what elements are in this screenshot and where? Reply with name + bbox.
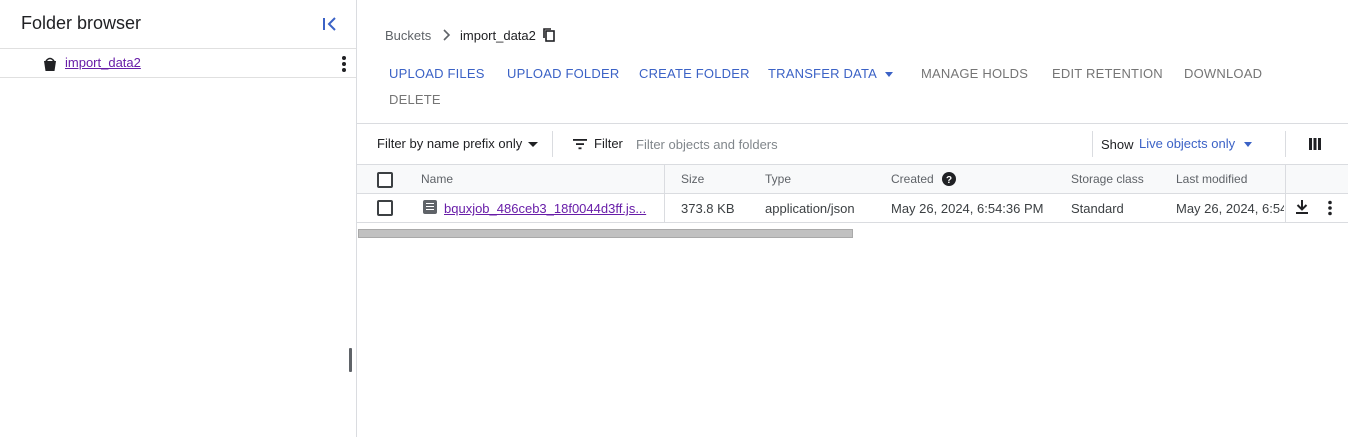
sidebar-resize-handle[interactable] [349,348,352,372]
breadcrumb-buckets-link[interactable]: Buckets [385,28,431,43]
table-header: Name Size Type Created ? Storage class L… [357,164,1348,194]
show-objects-value: Live objects only [1139,136,1236,151]
column-header-name[interactable]: Name [421,172,453,186]
column-header-storage-class[interactable]: Storage class [1071,172,1144,186]
filter-bar: Filter by name prefix only Filter Show L… [357,124,1348,164]
filter-mode-select[interactable]: Filter by name prefix only [377,136,539,151]
column-header-created[interactable]: Created [891,172,934,186]
divider [1092,131,1093,157]
download-button[interactable]: DOWNLOAD [1184,66,1262,81]
column-divider [1285,165,1286,194]
manage-holds-button[interactable]: MANAGE HOLDS [921,66,1028,81]
show-label: Show [1101,137,1134,152]
file-icon [423,200,437,214]
edit-retention-button[interactable]: EDIT RETENTION [1052,66,1163,81]
more-vert-icon[interactable] [334,54,354,74]
filter-mode-label: Filter by name prefix only [377,136,523,151]
table-row[interactable]: bquxjob_486ceb3_18f0044d3ff.js... 373.8 … [357,194,1348,223]
file-last-modified: May 26, 2024, 6:54 [1176,201,1284,216]
filter-label: Filter [594,136,623,151]
file-type: application/json [765,201,855,216]
folder-browser-sidebar: Folder browser import_data2 [0,0,357,437]
select-all-checkbox[interactable] [377,172,393,188]
collapse-sidebar-icon[interactable] [320,14,340,34]
upload-folder-button[interactable]: UPLOAD FOLDER [507,66,619,81]
column-header-last-modified[interactable]: Last modified [1176,172,1247,186]
create-folder-button[interactable]: CREATE FOLDER [639,66,750,81]
divider [1285,131,1286,157]
transfer-data-button[interactable]: TRANSFER DATA [768,66,894,81]
bucket-icon [44,57,56,71]
caret-down-icon [1244,142,1253,148]
transfer-data-label: TRANSFER DATA [768,66,878,81]
file-name-link[interactable]: bquxjob_486ceb3_18f0044d3ff.js... [444,201,646,216]
delete-button[interactable]: DELETE [389,92,441,107]
sidebar-item-import-data2[interactable]: import_data2 [0,49,356,78]
more-vert-icon[interactable] [1321,199,1339,217]
show-objects-select[interactable]: Live objects only [1139,136,1253,151]
column-divider [664,165,665,194]
dropdown-arrow-icon [885,72,894,78]
sidebar-item-label[interactable]: import_data2 [65,55,141,70]
column-header-size[interactable]: Size [681,172,704,186]
help-icon[interactable]: ? [941,171,957,187]
breadcrumb-current: import_data2 [460,28,536,43]
column-divider [664,194,665,222]
filter-input[interactable] [636,133,1076,155]
upload-files-button[interactable]: UPLOAD FILES [389,66,485,81]
sidebar-title: Folder browser [21,13,142,33]
svg-text:?: ? [946,175,952,186]
filter-icon [573,139,587,150]
chevron-right-icon [443,29,451,41]
column-divider [1285,194,1286,222]
file-storage-class: Standard [1071,201,1124,216]
horizontal-scrollbar[interactable] [358,229,853,238]
download-icon[interactable] [1294,199,1310,215]
column-header-type[interactable]: Type [765,172,791,186]
row-checkbox[interactable] [377,200,393,216]
file-size: 373.8 KB [681,201,735,216]
column-display-icon[interactable] [1307,136,1323,152]
copy-icon[interactable] [541,27,557,43]
main-panel: Buckets import_data2 UPLOAD FILES UPLOAD… [357,0,1348,437]
sidebar-header: Folder browser [0,0,356,49]
caret-down-icon [528,142,539,148]
divider [552,131,553,157]
file-created: May 26, 2024, 6:54:36 PM [891,201,1044,216]
